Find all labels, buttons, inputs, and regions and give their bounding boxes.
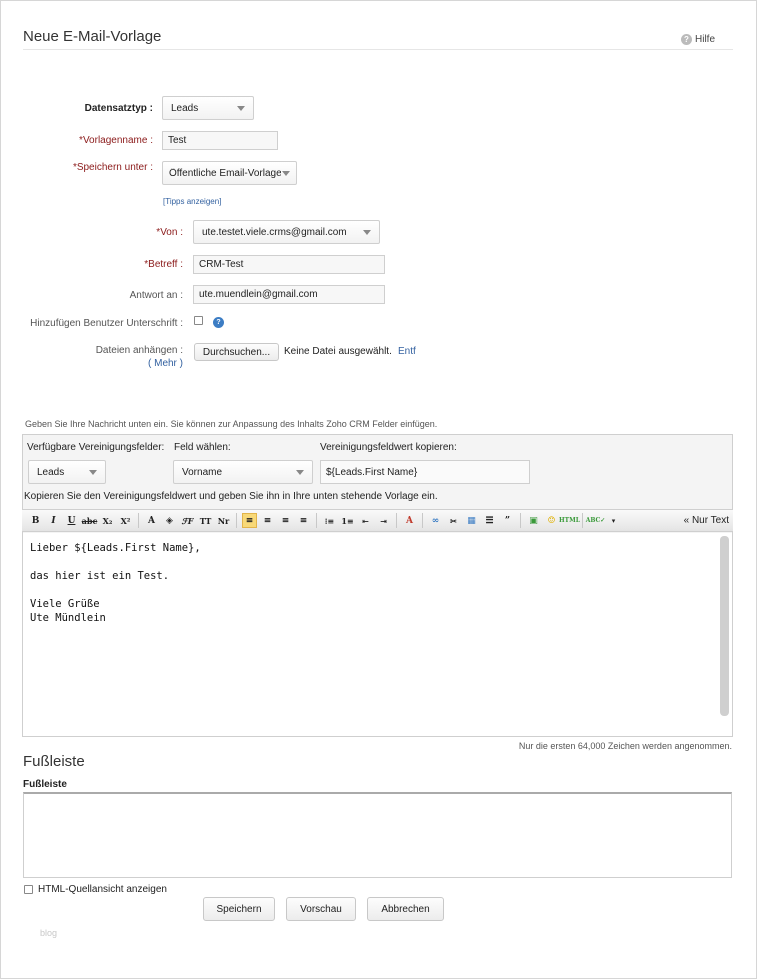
indent-icon[interactable]: ⇥: [376, 513, 391, 528]
align-center-icon[interactable]: ≡: [296, 513, 311, 528]
preview-button[interactable]: Vorschau: [286, 897, 356, 921]
align-right-icon[interactable]: ≡: [260, 513, 275, 528]
save-under-select[interactable]: Öffentliche Email-Vorlage: [162, 161, 297, 185]
link-icon[interactable]: ∞: [428, 513, 443, 528]
editor-scrollbar[interactable]: [720, 536, 729, 716]
numbered-list-icon[interactable]: 1≡: [340, 513, 355, 528]
footer-editor[interactable]: [23, 792, 732, 878]
available-fields-label: Verfügbare Vereinigungsfelder:: [27, 442, 165, 453]
from-value: ute.testet.viele.crms@gmail.com: [202, 226, 347, 238]
spellcheck-abc-icon[interactable]: ABC✓: [586, 513, 606, 528]
chevron-down-icon: [237, 105, 245, 111]
merge-instruction: Kopieren Sie den Vereinigungsfeldwert un…: [24, 491, 438, 502]
help-label: Hilfe: [695, 34, 716, 45]
remove-link[interactable]: Entf: [398, 346, 416, 357]
cancel-button[interactable]: Abbrechen: [367, 897, 444, 921]
template-name-input[interactable]: Test: [162, 131, 278, 150]
available-fields-value: Leads: [37, 466, 65, 478]
font-size-icon[interactable]: TT: [198, 513, 213, 528]
image-icon[interactable]: ▣: [526, 513, 541, 528]
plain-text-toggle[interactable]: « Nur Text: [684, 515, 729, 526]
spellcheck-icon[interactable]: A: [402, 513, 417, 528]
record-type-value: Leads: [171, 102, 199, 114]
html-icon[interactable]: HTML: [559, 513, 580, 528]
reply-to-label: Antwort an :: [129, 290, 183, 301]
smiley-icon[interactable]: ☺: [544, 513, 559, 528]
italic-icon[interactable]: I: [46, 513, 61, 528]
available-fields-select[interactable]: Leads: [28, 460, 106, 484]
template-name-label: *Vorlagenname :: [79, 135, 153, 146]
toolbar-divider: [520, 513, 521, 528]
signature-checkbox[interactable]: [194, 316, 203, 325]
font-color-icon[interactable]: A: [144, 513, 159, 528]
choose-field-value: Vorname: [182, 466, 223, 478]
more-link[interactable]: ( Mehr ): [143, 358, 183, 369]
remove-format-icon[interactable]: Nr: [216, 513, 231, 528]
message-body: Lieber ${Leads.First Name}, das hier ist…: [30, 542, 201, 624]
subject-label: *Betreff :: [144, 259, 183, 270]
record-type-label: Datensatztyp :: [84, 103, 153, 114]
help-icon: ?: [681, 34, 692, 45]
subject-input[interactable]: CRM-Test: [193, 255, 385, 274]
choose-field-label: Feld wählen:: [174, 442, 231, 453]
chevron-down-icon: [296, 469, 304, 475]
font-family-icon[interactable]: ℱF: [180, 513, 195, 528]
header-divider: [23, 49, 733, 50]
merge-intro: Geben Sie Ihre Nachricht unten ein. Sie …: [25, 419, 438, 429]
browse-button[interactable]: Durchsuchen...: [194, 343, 279, 361]
html-source-checkbox[interactable]: [24, 885, 33, 894]
align-left-icon[interactable]: ≡: [242, 513, 257, 528]
superscript-icon[interactable]: X²: [118, 513, 133, 528]
chevron-down-icon: [363, 229, 371, 235]
bullet-list-icon[interactable]: ⁝≡: [322, 513, 337, 528]
save-under-value: Öffentliche Email-Vorlage: [169, 167, 281, 179]
toolbar-divider: [422, 513, 423, 528]
save-under-label: *Speichern unter :: [72, 162, 153, 173]
chevron-down-icon: [282, 170, 290, 176]
footer-section-title: Fußleiste: [23, 753, 85, 770]
horizontal-rule-icon[interactable]: ☰: [482, 513, 497, 528]
attach-label: Dateien anhängen :: [95, 345, 183, 356]
toolbar-divider: [396, 513, 397, 528]
quote-icon[interactable]: ”: [500, 513, 515, 528]
toolbar-divider: [138, 513, 139, 528]
footer-field-label: Fußleiste: [23, 779, 67, 790]
editor-toolbar: B I U abc X₂ X² A ◈ ℱF TT Nr ≡ ≡ ≡ ≡ ⁝≡ …: [22, 509, 733, 532]
save-button[interactable]: Speichern: [203, 897, 275, 921]
toolbar-divider: [582, 513, 583, 528]
unlink-icon[interactable]: ✂: [446, 513, 461, 528]
subscript-icon[interactable]: X₂: [100, 513, 115, 528]
copy-value-input[interactable]: ${Leads.First Name}: [320, 460, 530, 484]
page-title: Neue E-Mail-Vorlage: [23, 28, 162, 45]
from-label: *Von :: [156, 227, 183, 238]
signature-label: Hinzufügen Benutzer Unterschrift :: [30, 318, 183, 329]
watermark: blog: [40, 928, 58, 938]
chevron-down-icon: [89, 469, 97, 475]
outdent-icon[interactable]: ⇤: [358, 513, 373, 528]
html-source-label: HTML-Quellansicht anzeigen: [38, 884, 167, 895]
record-type-select[interactable]: Leads: [162, 96, 254, 120]
bold-icon[interactable]: B: [28, 513, 43, 528]
justify-icon[interactable]: ≡: [278, 513, 293, 528]
chevron-down-icon[interactable]: ▾: [606, 513, 621, 528]
choose-field-select[interactable]: Vorname: [173, 460, 313, 484]
copy-value-label: Vereinigungsfeldwert kopieren:: [320, 442, 457, 453]
highlight-icon[interactable]: ◈: [162, 513, 177, 528]
info-icon[interactable]: ?: [213, 317, 224, 328]
help-link[interactable]: ? Hilfe: [681, 34, 715, 45]
table-icon[interactable]: ▦: [464, 513, 479, 528]
from-select[interactable]: ute.testet.viele.crms@gmail.com: [193, 220, 380, 244]
tips-link[interactable]: [Tipps anzeigen]: [163, 197, 221, 206]
underline-icon[interactable]: U: [64, 513, 79, 528]
char-limit-note: Nur die ersten 64,000 Zeichen werden ang…: [518, 741, 732, 751]
strikethrough-icon[interactable]: abc: [82, 513, 98, 528]
toolbar-divider: [236, 513, 237, 528]
toolbar-divider: [316, 513, 317, 528]
reply-to-input[interactable]: ute.muendlein@gmail.com: [193, 285, 385, 304]
no-file-text: Keine Datei ausgewählt.: [284, 346, 392, 357]
